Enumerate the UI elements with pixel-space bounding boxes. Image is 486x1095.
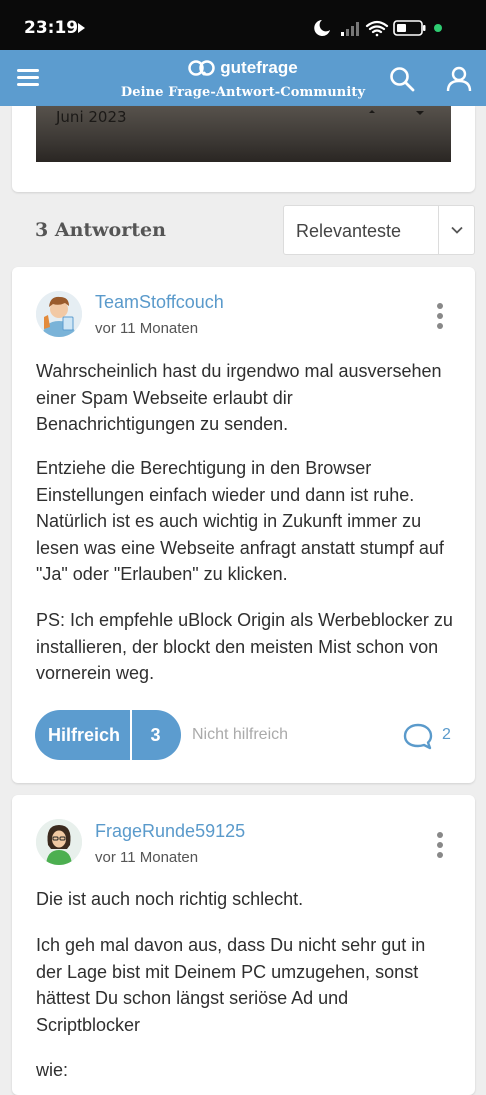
avatar[interactable] [36, 819, 82, 865]
question-image[interactable]: Juni 2023 [36, 106, 451, 162]
answer-username[interactable]: FrageRunde59125 [95, 821, 245, 842]
comment-icon [403, 723, 433, 750]
answers-count: 3 Antworten [35, 219, 166, 241]
brand-name: gutefrage [220, 58, 298, 77]
answer-username[interactable]: TeamStoffcouch [95, 292, 224, 313]
moon-icon [314, 20, 330, 36]
battery-icon [393, 20, 426, 36]
app-bar: gutefrage Deine Frage-Antwort-Community [0, 50, 486, 106]
answer-card: FrageRunde59125 vor 11 Monaten Die ist a… [12, 795, 475, 1095]
answer-paragraph: Die ist auch noch richtig schlecht. [36, 889, 304, 909]
avatar-illustration [36, 291, 82, 337]
more-options-icon[interactable] [430, 830, 450, 860]
answer-time: vor 11 Monaten [95, 849, 199, 866]
status-time: 23:19 [24, 18, 79, 38]
sort-selected-value: Relevanteste [296, 221, 402, 241]
avatar-illustration [36, 819, 82, 865]
chevron-down-icon [451, 226, 463, 234]
logo-icon [188, 60, 216, 76]
helpful-button[interactable]: Hilfreich 3 [35, 710, 181, 760]
avatar[interactable] [36, 291, 82, 337]
answer-time: vor 11 Monaten [95, 320, 199, 337]
sort-divider [438, 206, 439, 254]
not-helpful-button[interactable]: Nicht hilfreich [192, 726, 288, 744]
answer-paragraph: PS: Ich empfehle uBlock Origin als Werbe… [36, 610, 453, 683]
answer-paragraph: Wahrscheinlich hast du irgendwo mal ausv… [36, 361, 442, 434]
status-icons [314, 20, 442, 37]
sort-select[interactable]: Relevanteste [283, 205, 475, 255]
status-bar: 23:19 [0, 0, 486, 50]
helpful-label: Hilfreich [48, 725, 121, 745]
wifi-icon [365, 20, 389, 37]
image-marks [369, 110, 424, 115]
signal-icon [341, 22, 359, 36]
helpful-count: 3 [150, 725, 161, 745]
answer-paragraph: Ich geh mal davon aus, dass Du nicht seh… [36, 935, 426, 1035]
answer-card: TeamStoffcouch vor 11 Monaten Wahrschein… [12, 267, 475, 783]
answer-paragraph: Entziehe die Berechtigung in den Browser… [36, 458, 444, 584]
question-card: Juni 2023 [12, 106, 475, 192]
user-icon[interactable] [446, 66, 472, 92]
search-icon[interactable] [389, 66, 415, 92]
comment-count: 2 [442, 726, 451, 743]
dot-icon [434, 24, 442, 32]
media-play-icon [78, 23, 85, 33]
more-options-icon[interactable] [430, 301, 450, 331]
comments-button[interactable]: 2 [402, 722, 451, 750]
